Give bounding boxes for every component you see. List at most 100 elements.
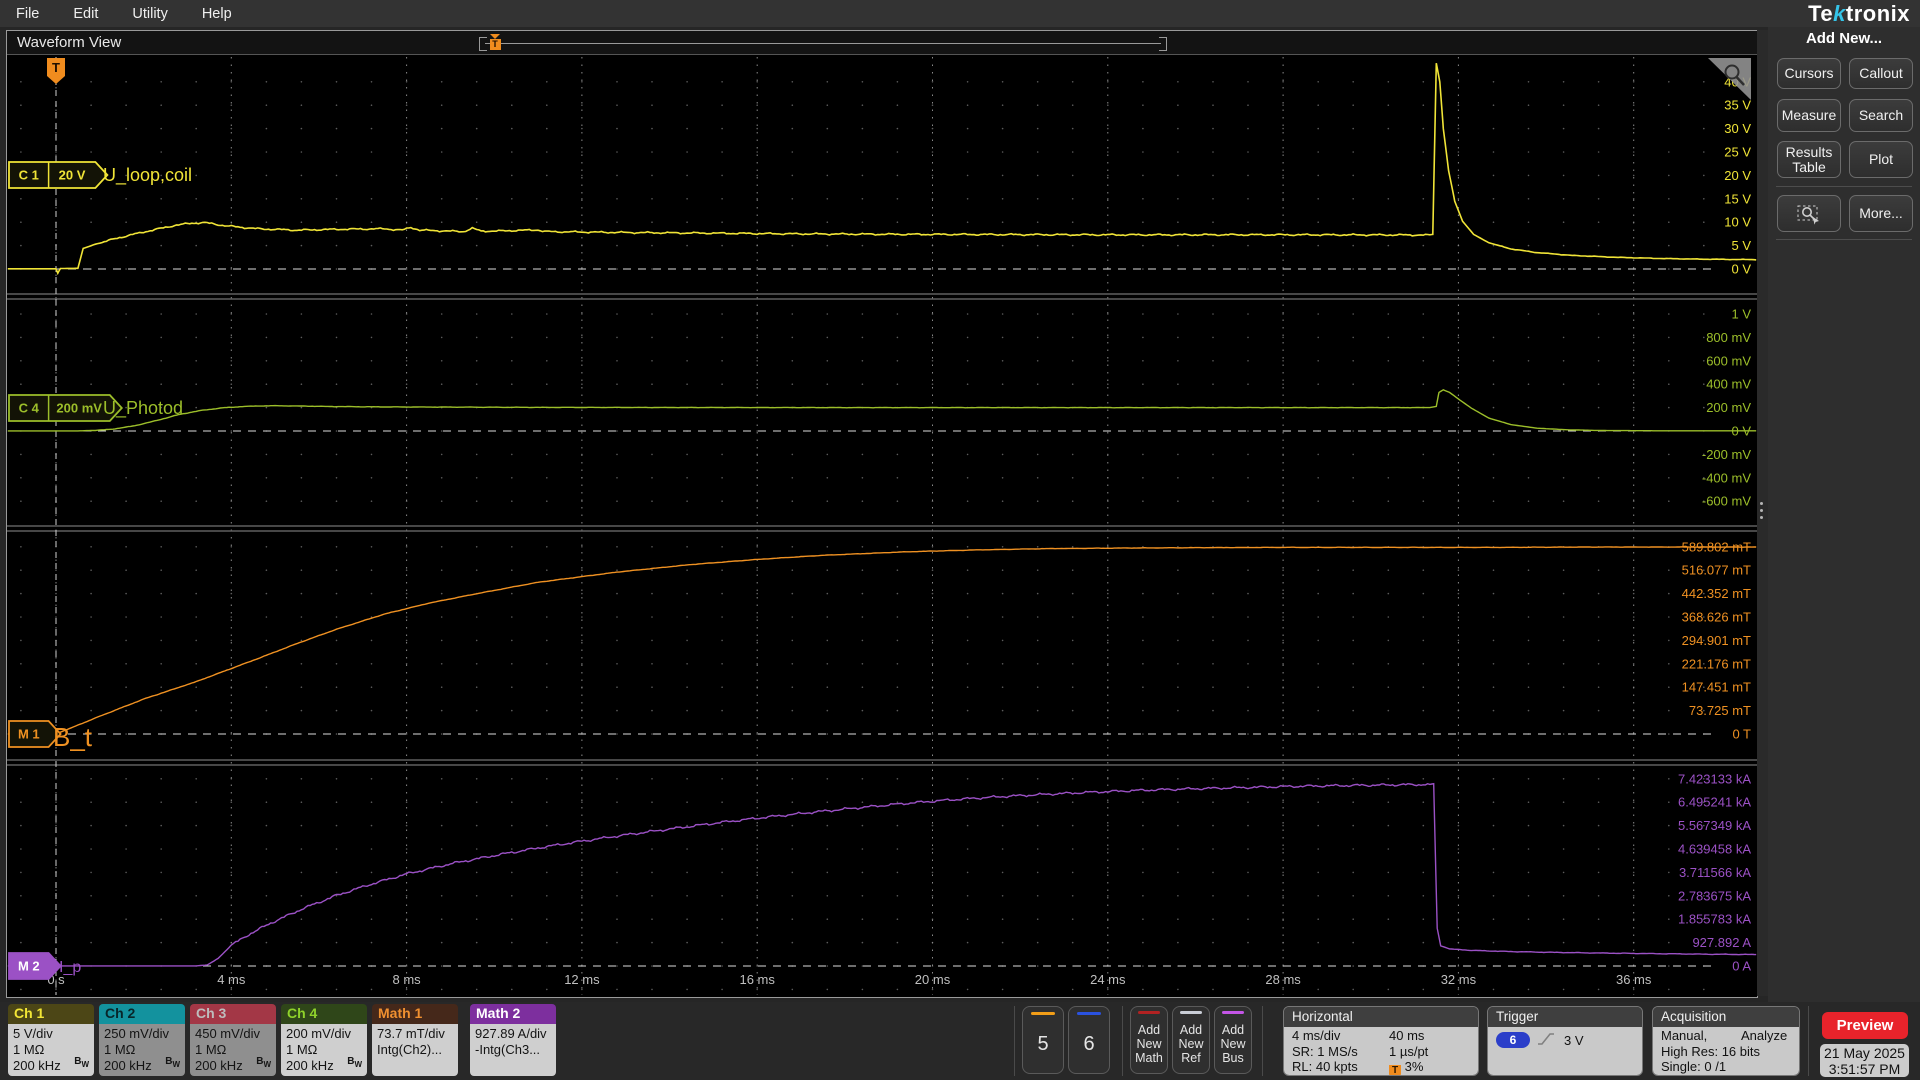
channel-setting-line: -Intg(Ch3... bbox=[475, 1042, 541, 1057]
math2-tick-label: 5.567349 kA bbox=[1678, 818, 1751, 833]
slot-label: 5 bbox=[1037, 1032, 1049, 1055]
ch4-tick-label: -600 mV bbox=[1702, 494, 1751, 509]
waveform-slot-button-6[interactable]: 6 bbox=[1068, 1006, 1110, 1074]
math1-tick-label: 368.626 mT bbox=[1682, 610, 1751, 625]
bottom-bar-separator bbox=[1014, 1006, 1015, 1076]
channel-badge-ch4[interactable]: Ch 4 200 mV/div 1 MΩ 200 kHz BW bbox=[281, 1004, 367, 1076]
preview-button[interactable]: Preview bbox=[1822, 1012, 1908, 1039]
add-new-results-table-button[interactable]: Results Table bbox=[1777, 141, 1841, 178]
menu-item-utility[interactable]: Utility bbox=[132, 6, 167, 22]
math2-tick-label: 1.855783 kA bbox=[1678, 912, 1751, 927]
ch4-tick-label: 200 mV bbox=[1706, 400, 1751, 415]
menu-bar: File Edit Utility Help bbox=[0, 0, 1920, 27]
add-new-callout-button[interactable]: Callout bbox=[1849, 58, 1913, 89]
add-new-cursors-button[interactable]: Cursors bbox=[1777, 58, 1841, 89]
channel-setting-line: 250 mV/div bbox=[104, 1026, 170, 1041]
horizontal-value: T 3% bbox=[1389, 1059, 1423, 1075]
waveform-plot: T40 V35 V30 V25 V20 V15 V10 V5 V0 V1 V80… bbox=[7, 57, 1757, 995]
math2-channel-badge[interactable]: M 2 bbox=[8, 952, 62, 980]
ch1-tick-label: 30 V bbox=[1724, 121, 1751, 136]
bottom-bar-separator bbox=[1122, 1006, 1123, 1076]
ch1-tick-label: 20 V bbox=[1724, 168, 1751, 183]
channel-badge-ch3[interactable]: Ch 3 450 mV/div 1 MΩ 200 kHz BW bbox=[190, 1004, 276, 1076]
menu-item-file[interactable]: File bbox=[16, 6, 39, 22]
acquisition-count: Single: 0 /1 bbox=[1661, 1059, 1727, 1074]
add-new-ref-button[interactable]: Add New Ref bbox=[1172, 1006, 1210, 1074]
ch4-waveform-trace bbox=[7, 388, 1757, 432]
more-button[interactable]: More... bbox=[1849, 195, 1913, 232]
svg-text:M 1: M 1 bbox=[18, 727, 40, 742]
ch1-channel-badge[interactable]: C 1 20 V bbox=[8, 161, 109, 189]
channel-setting-line: 73.7 mT/div bbox=[377, 1026, 445, 1041]
add-new-plot-button[interactable]: Plot bbox=[1849, 141, 1913, 178]
trigger-source-badge: 6 bbox=[1496, 1032, 1530, 1048]
math1-tick-label: 221.176 mT bbox=[1682, 656, 1751, 671]
trigger-panel[interactable]: Trigger 6 3 V bbox=[1487, 1006, 1643, 1076]
add-new-math-button[interactable]: Add New Math bbox=[1130, 1006, 1168, 1074]
panel-splitter[interactable] bbox=[1757, 30, 1768, 996]
channel-badge-math1[interactable]: Math 1 73.7 mT/div Intg(Ch2)... bbox=[372, 1004, 458, 1076]
tektronix-logo: Tektronix bbox=[1808, 1, 1910, 26]
trigger-flag-icon[interactable]: T bbox=[47, 58, 65, 84]
math2-waveform-label[interactable]: I_p bbox=[59, 959, 81, 976]
ch4-waveform-label[interactable]: U_Photod bbox=[103, 398, 183, 419]
channel-badge-title: Math 1 bbox=[372, 1004, 458, 1024]
bottom-bar-separator bbox=[1262, 1006, 1263, 1076]
acquisition-panel[interactable]: Acquisition Manual, Analyze High Res: 16 bi… bbox=[1652, 1006, 1800, 1076]
bandwidth-limit-icon: BW bbox=[347, 1056, 362, 1069]
ch1-tick-label: 15 V bbox=[1724, 191, 1751, 206]
date-text: 21 May 2025 bbox=[1824, 1045, 1905, 1061]
trigger-position-marker-icon[interactable]: T bbox=[489, 34, 501, 50]
add-new-header: Add New... bbox=[1805, 30, 1883, 47]
channel-setting-line: 927.89 A/div bbox=[475, 1026, 547, 1041]
channel-badge-ch2[interactable]: Ch 2 250 mV/div 1 MΩ 200 kHz BW bbox=[99, 1004, 185, 1076]
channel-badge-ch1[interactable]: Ch 15 V/div 1 MΩ 200 kHz BW bbox=[8, 1004, 94, 1076]
add-button-label: Add New Ref bbox=[1178, 1022, 1204, 1065]
time-text: 3:51:57 PM bbox=[1828, 1061, 1901, 1077]
menu-item-edit[interactable]: Edit bbox=[73, 6, 98, 22]
waveform-view-window: Waveform View T T40 V35 V30 V25 V20 V15 … bbox=[6, 30, 1758, 998]
math1-tick-label: 294.901 mT bbox=[1682, 633, 1751, 648]
channel-badge-settings: 250 mV/div 1 MΩ 200 kHz BW bbox=[99, 1024, 185, 1076]
ch4-tick-label: 0 V bbox=[1731, 424, 1751, 439]
add-new-bus-button[interactable]: Add New Bus bbox=[1214, 1006, 1252, 1074]
slot-label: 6 bbox=[1083, 1032, 1095, 1055]
svg-text:C 1: C 1 bbox=[19, 168, 39, 183]
zoom-select-button[interactable] bbox=[1777, 195, 1841, 232]
record-position-scrollbar[interactable]: T bbox=[479, 34, 1167, 53]
zoom-corner-icon[interactable] bbox=[1708, 58, 1751, 100]
channel-badge-title: Math 2 bbox=[470, 1004, 556, 1024]
math2-tick-label: 6.495241 kA bbox=[1678, 795, 1751, 810]
channel-badge-title: Ch 3 bbox=[190, 1004, 276, 1024]
math2-waveform-trace bbox=[7, 782, 1757, 967]
channel-badge-settings: 450 mV/div 1 MΩ 200 kHz BW bbox=[190, 1024, 276, 1076]
channel-badge-math2[interactable]: Math 2 927.89 A/div -Intg(Ch3... bbox=[470, 1004, 556, 1076]
add-new-measure-button[interactable]: Measure bbox=[1777, 99, 1841, 132]
ch1-tick-label: 10 V bbox=[1724, 215, 1751, 230]
record-position-track bbox=[485, 43, 1161, 44]
splitter-grip-icon[interactable] bbox=[1760, 502, 1763, 519]
channel-badge-title: Ch 4 bbox=[281, 1004, 367, 1024]
channel-setting-line: 200 mV/div bbox=[286, 1026, 352, 1041]
channel-badge-settings: 73.7 mT/div Intg(Ch2)... bbox=[372, 1024, 458, 1076]
ch1-tick-label: 25 V bbox=[1724, 145, 1751, 160]
svg-text:C 4: C 4 bbox=[19, 401, 40, 416]
ch1-tick-label: 0 V bbox=[1731, 262, 1751, 277]
menu-item-help[interactable]: Help bbox=[202, 6, 232, 22]
ch1-waveform-label[interactable]: U_loop,coil bbox=[103, 165, 192, 186]
ch4-tick-label: 800 mV bbox=[1706, 330, 1751, 345]
math1-scale-labels: 589.802 mT 516.077 mT 442.352 mT 368.626 mT… bbox=[1682, 539, 1751, 741]
svg-text:200 mV: 200 mV bbox=[56, 401, 102, 416]
ch4-tick-label: 400 mV bbox=[1706, 377, 1751, 392]
math1-waveform-label[interactable]: B_t bbox=[53, 722, 93, 752]
zoom-select-icon bbox=[1797, 205, 1819, 225]
add-new-search-button[interactable]: Search bbox=[1849, 99, 1913, 132]
ch1-tick-label: 5 V bbox=[1731, 238, 1751, 253]
window-title: Waveform View bbox=[17, 34, 122, 51]
settings-bar: Ch 15 V/div 1 MΩ 200 kHz BW Ch 2 250 mV/div 1 … bbox=[0, 1002, 1920, 1080]
waveform-slot-button-5[interactable]: 5 bbox=[1022, 1006, 1064, 1074]
horizontal-panel[interactable]: Horizontal 4 ms/div 40 ms SR: 1 MS/s 1 µs/pt… bbox=[1283, 1006, 1479, 1076]
trigger-panel-body: 6 3 V bbox=[1488, 1027, 1642, 1075]
oscilloscope-app: File Edit Utility Help Tektronix Waveform V… bbox=[0, 0, 1920, 1080]
math1-tick-label: 589.802 mT bbox=[1682, 539, 1751, 554]
